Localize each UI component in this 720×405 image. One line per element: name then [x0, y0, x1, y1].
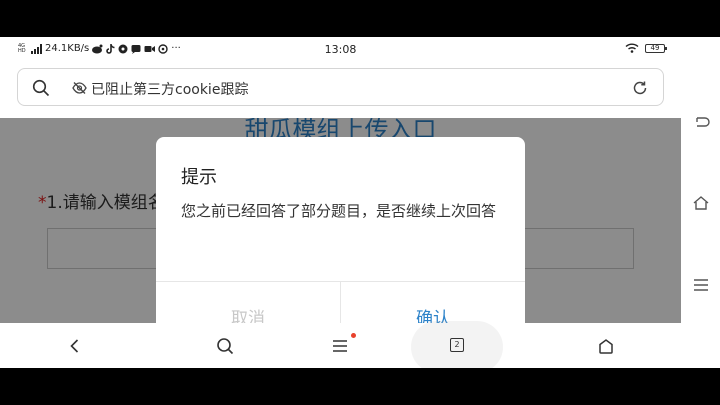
home-icon	[599, 338, 613, 354]
dialog-message: 您之前已经回答了部分题目，是否继续上次回答	[181, 202, 497, 220]
menu-icon	[333, 339, 347, 352]
status-bar: 4G HD 24.1KB/s ··· 13:08 49	[0, 37, 681, 61]
nav-menu-button[interactable]	[310, 323, 370, 368]
address-bar[interactable]: 已阻止第三方cookie跟踪	[17, 68, 664, 106]
home-icon[interactable]	[691, 193, 711, 213]
status-time: 13:08	[324, 43, 357, 56]
phone-screen: 4G HD 24.1KB/s ··· 13:08 49 已阻止第三方cookie…	[0, 37, 681, 368]
notification-dot	[351, 333, 356, 338]
nav-back-button[interactable]	[45, 323, 105, 368]
search-icon[interactable]	[32, 79, 50, 97]
back-icon[interactable]	[691, 114, 711, 134]
dialog-title: 提示	[181, 167, 217, 188]
tracking-blocked-eye-icon	[72, 82, 87, 94]
search-icon	[217, 337, 234, 354]
nav-home-button[interactable]	[576, 323, 636, 368]
reload-icon[interactable]	[631, 79, 649, 97]
nav-search-button[interactable]	[195, 323, 255, 368]
browser-bottom-nav: 2	[0, 321, 681, 368]
tabs-icon: 2	[450, 338, 464, 352]
wifi-icon	[625, 43, 639, 53]
status-right: 49	[625, 43, 667, 53]
battery-icon: 49	[645, 43, 667, 53]
tracking-notice: 已阻止第三方cookie跟踪	[91, 82, 249, 98]
resume-dialog: 提示 您之前已经回答了部分题目，是否继续上次回答 取消 确认	[156, 137, 525, 337]
back-icon	[70, 338, 79, 353]
recents-icon[interactable]	[691, 275, 711, 295]
system-nav-bar	[681, 37, 720, 368]
